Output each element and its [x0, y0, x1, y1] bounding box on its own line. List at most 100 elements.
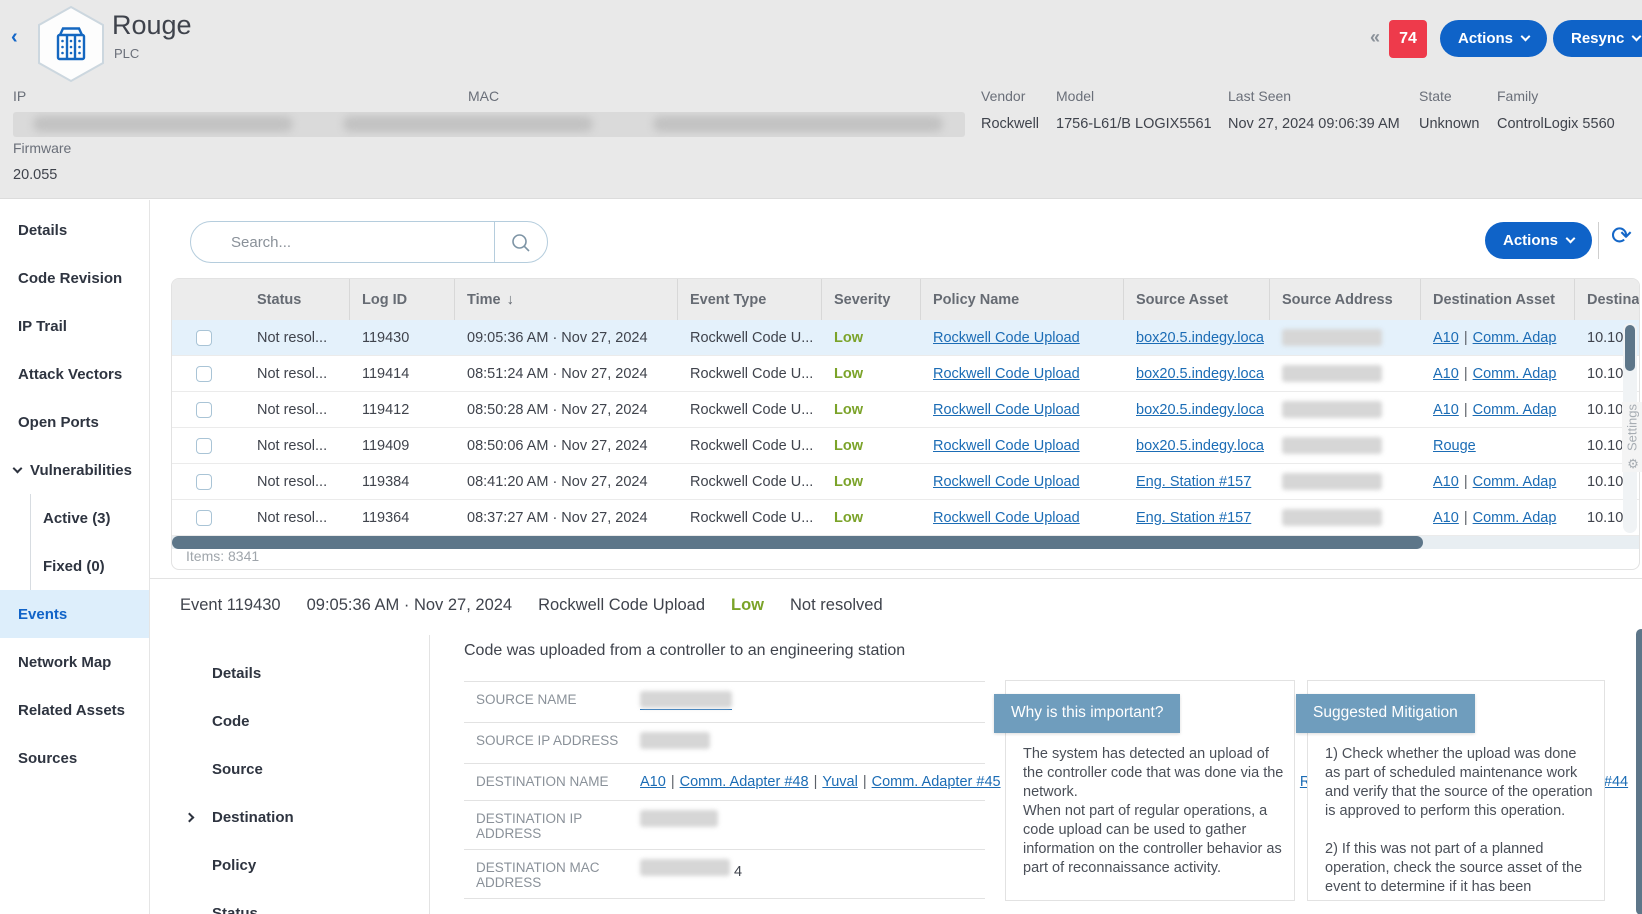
suggested-mitigation-card: Suggested Mitigation 1) Check whether th… [1307, 680, 1605, 901]
family-value: ControlLogix 5560 [1497, 116, 1615, 132]
sidebar-item-ip-trail[interactable]: IP Trail [0, 302, 149, 350]
row-checkbox[interactable] [196, 366, 212, 382]
destination-asset-link[interactable]: Comm. Adap [1473, 510, 1557, 526]
table-row[interactable]: Not resol...11941208:50:28 AM · Nov 27, … [172, 392, 1639, 428]
column-header-event-type[interactable]: Event Type [677, 279, 821, 320]
ip-mac-redacted-value [13, 112, 965, 137]
horizontal-scrollbar-thumb[interactable] [172, 536, 1423, 549]
source-asset-link[interactable]: Eng. Station #157 [1136, 510, 1251, 526]
column-header-checkbox[interactable] [172, 279, 245, 320]
destination-name-link[interactable]: Comm. Adapter #45 [872, 774, 1001, 790]
event-time: 09:05:36 AM · Nov 27, 2024 [307, 596, 512, 615]
sidebar-item-open-ports[interactable]: Open Ports [0, 398, 149, 446]
severity-cell: Low [821, 392, 920, 427]
vertical-scrollbar-thumb[interactable] [1625, 325, 1635, 371]
column-header-destination-asset[interactable]: Destination Asset [1420, 279, 1574, 320]
time-cell: 08:37:27 AM · Nov 27, 2024 [454, 500, 677, 535]
sidebar-item-related-assets[interactable]: Related Assets [0, 686, 149, 734]
policy-link[interactable]: Rockwell Code Upload [933, 510, 1080, 526]
sidebar-item-events[interactable]: Events [0, 590, 149, 638]
column-header-policy-name[interactable]: Policy Name [920, 279, 1123, 320]
destination-asset-link[interactable]: A10 [1433, 510, 1459, 526]
detail-tab-label: Status [212, 905, 258, 914]
source-asset-link[interactable]: box20.5.indegy.loca [1136, 366, 1264, 382]
sidebar-item-sources[interactable]: Sources [0, 734, 149, 782]
detail-tab-details[interactable]: Details [150, 649, 429, 697]
risk-score-badge[interactable]: 74 [1389, 20, 1427, 58]
destination-asset-link[interactable]: Comm. Adap [1473, 402, 1557, 418]
destination-asset-link[interactable]: Comm. Adap [1473, 330, 1557, 346]
event-type-cell: Rockwell Code U... [677, 464, 821, 499]
destination-asset-link[interactable]: Comm. Adap [1473, 474, 1557, 490]
source-asset-link[interactable]: box20.5.indegy.loca [1136, 330, 1264, 346]
detail-tab-status[interactable]: Status [150, 889, 429, 914]
column-header-source-asset[interactable]: Source Asset [1123, 279, 1269, 320]
detail-tab-label: Source [212, 761, 263, 778]
destination-asset-link[interactable]: A10 [1433, 402, 1459, 418]
refresh-icon[interactable]: ⟳ [1611, 221, 1632, 251]
column-header-destination-address[interactable]: Destination Address [1574, 279, 1639, 320]
destination-name-link[interactable]: A10 [640, 774, 666, 790]
policy-link[interactable]: Rockwell Code Upload [933, 402, 1080, 418]
destination-asset-link[interactable]: Rouge [1433, 438, 1476, 454]
detail-scrollbar-thumb[interactable] [1636, 629, 1642, 914]
time-cell: 08:41:20 AM · Nov 27, 2024 [454, 464, 677, 499]
column-header-time[interactable]: Time ↓ [454, 279, 677, 320]
column-header-log-id[interactable]: Log ID [349, 279, 454, 320]
detail-field-row: DESTINATION NAMEA10|Comm. Adapter #48|Yu… [464, 764, 985, 801]
settings-flyout-tab[interactable]: ⚙ Settings [1622, 402, 1642, 472]
collapse-icon[interactable]: « [1370, 27, 1380, 48]
severity-cell: Low [821, 500, 920, 535]
destination-asset-link[interactable]: A10 [1433, 366, 1459, 382]
row-checkbox[interactable] [196, 438, 212, 454]
event-type-cell: Rockwell Code U... [677, 356, 821, 391]
sidebar-item-fixed-0[interactable]: Fixed (0) [31, 542, 149, 590]
source-asset-link[interactable]: Eng. Station #157 [1136, 474, 1251, 490]
detail-tab-policy[interactable]: Policy [150, 841, 429, 889]
detail-tab-code[interactable]: Code [150, 697, 429, 745]
policy-link[interactable]: Rockwell Code Upload [933, 438, 1080, 454]
destination-asset-link[interactable]: Comm. Adap [1473, 366, 1557, 382]
sidebar-item-network-map[interactable]: Network Map [0, 638, 149, 686]
table-row[interactable]: Not resol...11943009:05:36 AM · Nov 27, … [172, 320, 1639, 356]
checkbox-cell [172, 320, 245, 355]
policy-link[interactable]: Rockwell Code Upload [933, 474, 1080, 490]
table-row[interactable]: Not resol...11938408:41:20 AM · Nov 27, … [172, 464, 1639, 500]
detail-tab-destination[interactable]: Destination [150, 793, 429, 841]
sidebar-item-code-revision[interactable]: Code Revision [0, 254, 149, 302]
source-asset-link[interactable]: box20.5.indegy.loca [1136, 402, 1264, 418]
row-checkbox[interactable] [196, 402, 212, 418]
event-severity: Low [731, 596, 764, 615]
destination-asset-link[interactable]: A10 [1433, 330, 1459, 346]
row-checkbox[interactable] [196, 330, 212, 346]
back-icon[interactable]: ‹ [11, 26, 18, 49]
table-row[interactable]: Not resol...11941408:51:24 AM · Nov 27, … [172, 356, 1639, 392]
search-input[interactable] [231, 222, 481, 262]
resync-button[interactable]: Resync [1553, 20, 1642, 57]
column-header-status[interactable]: Status [245, 279, 349, 320]
sidebar-item-details[interactable]: Details [0, 206, 149, 254]
row-checkbox[interactable] [196, 510, 212, 526]
horizontal-scrollbar[interactable] [172, 536, 1639, 549]
sidebar-item-active-3[interactable]: Active (3) [31, 494, 149, 542]
actions-button[interactable]: Actions [1440, 20, 1547, 57]
column-header-source-address[interactable]: Source Address [1269, 279, 1420, 320]
sidebar-item-vulnerabilities[interactable]: Vulnerabilities [0, 446, 149, 494]
detail-tab-source[interactable]: Source [150, 745, 429, 793]
sidebar-item-attack-vectors[interactable]: Attack Vectors [0, 350, 149, 398]
destination-name-link[interactable]: Comm. Adapter #48 [680, 774, 809, 790]
table-actions-button[interactable]: Actions [1485, 222, 1592, 259]
row-checkbox[interactable] [196, 474, 212, 490]
sidebar-item-label: IP Trail [18, 318, 67, 335]
chevron-down-icon [13, 464, 23, 474]
redacted-link[interactable] [640, 691, 732, 710]
policy-link[interactable]: Rockwell Code Upload [933, 366, 1080, 382]
table-row[interactable]: Not resol...11936408:37:27 AM · Nov 27, … [172, 500, 1639, 536]
destination-name-link[interactable]: Yuval [822, 774, 857, 790]
search-icon[interactable] [510, 232, 532, 259]
table-row[interactable]: Not resol...11940908:50:06 AM · Nov 27, … [172, 428, 1639, 464]
destination-asset-link[interactable]: A10 [1433, 474, 1459, 490]
column-header-severity[interactable]: Severity [821, 279, 920, 320]
policy-link[interactable]: Rockwell Code Upload [933, 330, 1080, 346]
source-asset-link[interactable]: box20.5.indegy.loca [1136, 438, 1264, 454]
